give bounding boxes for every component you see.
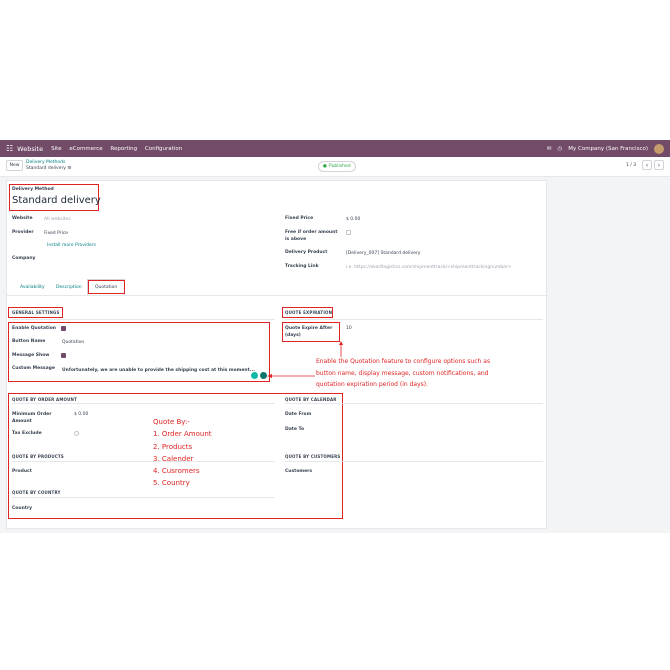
page-title[interactable]: Standard delivery <box>12 195 101 206</box>
provider-label: Provider <box>12 230 34 235</box>
delivery-product-select[interactable]: [Delivery_007] Standard delivery <box>346 251 420 256</box>
fixed-price-input[interactable]: $ 0.00 <box>346 217 360 222</box>
tabs-divider <box>7 295 548 296</box>
published-button[interactable]: ● Published <box>318 161 356 172</box>
general-divider <box>12 319 275 320</box>
form-sheet: Delivery Method Standard delivery Websit… <box>6 180 548 529</box>
custom-message-input[interactable]: Unfortunately, we are unable to provide … <box>62 368 255 373</box>
free-above-label: Free if order amount is above <box>285 230 338 242</box>
globe-icon: ● <box>323 164 327 169</box>
product-label: Product <box>12 469 32 474</box>
general-settings-header: GENERAL SETTINGS <box>12 310 60 315</box>
menu-ecommerce[interactable]: eCommerce <box>69 146 102 152</box>
quote-by-calendar-header: QUOTE BY CALENDAR <box>285 397 337 402</box>
delivery-product-label: Delivery Product <box>285 250 328 255</box>
quote-by-item: 2. Products <box>153 442 193 451</box>
country-label: Country <box>12 506 33 511</box>
menu-configuration[interactable]: Configuration <box>145 146 182 152</box>
app-brand[interactable]: Website <box>17 145 43 153</box>
enable-quotation-checkbox[interactable] <box>61 326 66 331</box>
gear-icon[interactable]: ⚙ <box>67 166 71 171</box>
tracking-link-label: Tracking Link <box>285 264 319 269</box>
general-highlight-box <box>8 322 270 382</box>
expiration-divider <box>285 319 543 320</box>
quote-by-item: 4. Cusromers <box>153 467 200 476</box>
menu-reporting[interactable]: Reporting <box>110 146 137 152</box>
quote-by-item: 5. Country <box>153 479 190 488</box>
quote-by-item: 3. Calender <box>153 454 194 463</box>
top-navbar: ☷ Website Site eCommerce Reporting Confi… <box>0 140 670 157</box>
website-input[interactable]: All websites <box>44 217 71 222</box>
min-order-input[interactable]: $ 0.00 <box>74 412 88 417</box>
pager-next-button[interactable]: › <box>654 160 664 170</box>
install-providers-link[interactable]: Install more Providers <box>47 243 96 248</box>
pager-value[interactable]: 1 / 3 <box>626 163 636 168</box>
tab-description[interactable]: Description <box>56 285 82 290</box>
quote-by-customers-header: QUOTE BY CUSTOMERS <box>285 454 341 459</box>
company-switcher[interactable]: My Company (San Francisco) <box>568 146 648 152</box>
tab-highlight-box <box>88 280 125 294</box>
quote-by-products-header: QUOTE BY PRODUCTS <box>12 454 64 459</box>
expire-days-input[interactable]: 10 <box>346 326 352 331</box>
tax-exclude-label: Tax Exclude <box>12 431 42 436</box>
activity-icon[interactable]: ◷ <box>557 146 562 152</box>
order-divider <box>12 403 275 404</box>
button-name-input[interactable]: Quotation <box>62 340 84 345</box>
message-show-checkbox[interactable] <box>61 353 66 358</box>
free-above-checkbox[interactable] <box>346 230 351 235</box>
main-menu: Site eCommerce Reporting Configuration <box>51 146 188 152</box>
topbar-right: ✉ ◷ My Company (San Francisco) <box>547 143 664 154</box>
tab-availability[interactable]: Availability <box>20 285 45 290</box>
quote-by-title: Quote By:- <box>153 418 190 426</box>
message-show-label: Message Show <box>12 353 50 358</box>
date-from-label: Date From <box>285 412 312 417</box>
apps-grid-icon[interactable]: ☷ <box>6 144 13 153</box>
button-name-label: Button Name <box>12 339 46 344</box>
products-divider <box>12 461 275 462</box>
chat-icon[interactable]: ✉ <box>547 146 552 152</box>
title-field-label: Delivery Method <box>12 187 54 192</box>
control-panel: New Delivery Methods Standard delivery ⚙… <box>0 157 670 177</box>
enable-quotation-label: Enable Quotation <box>12 326 56 331</box>
calendar-divider <box>285 403 543 404</box>
customers-label: Customers <box>285 469 313 474</box>
customers-divider <box>285 461 543 462</box>
quote-expiration-header: QUOTE EXPIRATION <box>285 310 333 315</box>
tracking-link-input[interactable]: i.e. https://ekartlogistics.com/shipment… <box>346 265 512 270</box>
quote-by-order-header: QUOTE BY ORDER AMOUNT <box>12 397 78 402</box>
min-order-label: Minimum Order Amount <box>12 412 52 424</box>
expire-days-label: Quote Expire After (days) <box>285 326 333 338</box>
fixed-price-label: Fixed Price <box>285 216 314 221</box>
provider-select[interactable]: Fixed Price <box>44 231 68 236</box>
quote-by-country-header: QUOTE BY COUNTRY <box>12 490 61 495</box>
date-to-label: Date To <box>285 427 305 432</box>
new-button[interactable]: New <box>6 160 23 171</box>
user-avatar[interactable] <box>654 143 664 154</box>
translate-icon[interactable] <box>251 372 258 379</box>
custom-message-label: Custom Message <box>12 366 55 371</box>
annotation-arrows <box>267 341 343 378</box>
company-label: Company <box>12 256 36 261</box>
website-label: Website <box>12 216 33 221</box>
breadcrumb: Delivery Methods Standard delivery ⚙ <box>26 160 71 171</box>
pager-prev-button[interactable]: ‹ <box>642 160 652 170</box>
tax-exclude-toggle[interactable] <box>74 431 79 436</box>
quote-by-item: 1. Order Amount <box>153 430 212 439</box>
menu-site[interactable]: Site <box>51 146 62 152</box>
breadcrumb-current: Standard delivery <box>26 165 66 171</box>
published-label: Published <box>328 164 351 169</box>
country-divider <box>12 497 275 498</box>
quote-by-annotation: Quote By:- 1. Order Amount 2. Products 3… <box>153 416 212 490</box>
